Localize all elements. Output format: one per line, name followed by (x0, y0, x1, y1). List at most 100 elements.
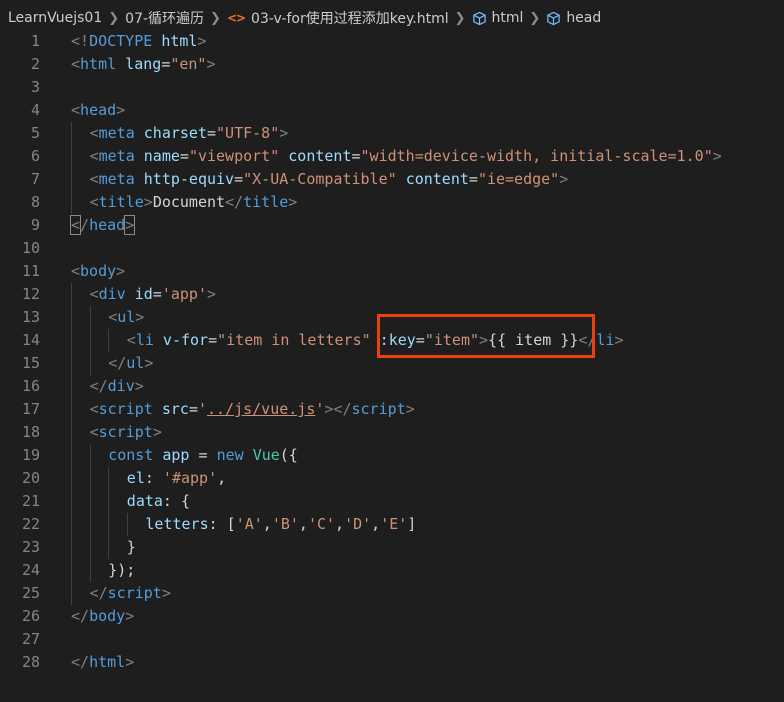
code-token: </ (108, 354, 127, 372)
code-line[interactable]: 1 <!DOCTYPE html> (0, 30, 784, 53)
line-number: 7 (30, 170, 40, 188)
code-line[interactable]: 23} (0, 536, 784, 559)
code-line[interactable]: 6 <meta name="viewport" content="width=de… (0, 145, 784, 168)
code-line[interactable]: 9 </head> (0, 214, 784, 237)
line-number: 2 (30, 55, 40, 73)
code-token: app (162, 446, 190, 464)
breadcrumb-folder[interactable]: 07-循环遍历 (125, 8, 204, 28)
code-token: "viewport" (188, 147, 280, 165)
code-text: } (127, 536, 136, 559)
code-line[interactable]: 22 letters: ['A','B','C','D','E'] (0, 513, 784, 536)
indent-guide (71, 536, 72, 559)
breadcrumb-folder-root[interactable]: LearnVuejs01 (8, 10, 102, 26)
code-text: <meta http-equiv="X-UA-Compatible" conte… (90, 168, 569, 191)
breadcrumb-element-html[interactable]: html (492, 10, 524, 26)
line-number: 16 (21, 377, 40, 395)
code-line[interactable]: 4 <head> (0, 99, 784, 122)
code-text: <body> (71, 260, 125, 283)
line-number: 27 (21, 630, 40, 648)
code-token: = (179, 147, 189, 165)
code-token: > (197, 32, 207, 50)
code-token: </ (89, 377, 108, 395)
indent-guide (89, 352, 91, 375)
code-line[interactable]: 24}); (0, 559, 784, 582)
code-line[interactable]: 7 <meta http-equiv="X-UA-Compatible" cont… (0, 168, 784, 191)
code-token: head (89, 216, 126, 234)
code-text: <title>Document</title> (90, 191, 298, 214)
code-token: name (143, 147, 180, 165)
code-line[interactable]: 21 data: { (0, 490, 784, 513)
code-text: <!DOCTYPE html> (71, 30, 206, 53)
code-line[interactable]: 16 </div> (0, 375, 784, 398)
line-number: 9 (30, 216, 40, 234)
code-token: "UTF-8" (216, 124, 280, 142)
code-token: body (89, 607, 126, 625)
code-token: charset (143, 124, 207, 142)
indent-guide (71, 513, 72, 536)
indent-guide (89, 306, 91, 329)
code-line[interactable]: 11 <body> (0, 260, 784, 283)
code-token: "item in letters" (217, 331, 371, 349)
code-line[interactable]: 2 <html lang="en"> (0, 53, 784, 76)
code-line[interactable]: 20 el: '#app', (0, 467, 784, 490)
code-token: > (161, 584, 171, 602)
code-token: content (405, 170, 469, 188)
code-token: = (188, 400, 198, 418)
code-text: <ul> (108, 306, 144, 329)
line-number: 26 (21, 607, 40, 625)
code-token: = (468, 170, 478, 188)
code-text: <script> (90, 421, 162, 444)
code-token: < (89, 285, 99, 303)
code-line[interactable]: 10 (0, 237, 784, 260)
code-token: < (89, 124, 99, 142)
line-number: 12 (21, 285, 40, 303)
code-line[interactable]: 12 <div id='app'> (0, 283, 784, 306)
cube-icon (472, 11, 486, 25)
code-line[interactable]: 28 </html> (0, 651, 784, 674)
indent-guide (71, 352, 72, 375)
code-text: <meta charset="UTF-8"> (90, 122, 289, 145)
code-token: 'A' (235, 515, 263, 533)
code-token: </ (225, 193, 244, 211)
line-number: 11 (21, 262, 40, 280)
line-number: 5 (30, 124, 40, 142)
code-token: src (161, 400, 189, 418)
code-line[interactable]: 17 <script src='../js/vue.js'></script> (0, 398, 784, 421)
indent-guide (108, 536, 110, 559)
code-line[interactable]: 27 (0, 628, 784, 651)
code-token: div (107, 377, 135, 395)
indent-guide (71, 191, 72, 214)
code-token: </ (71, 653, 90, 671)
indent-guide (71, 467, 72, 490)
indent-guide (71, 122, 72, 145)
breadcrumb-file[interactable]: 03-v-for使用过程添加key.html (251, 8, 449, 28)
line-number: 24 (21, 561, 40, 579)
code-line[interactable]: 3 (0, 76, 784, 99)
code-line[interactable]: 8 <title>Document</title> (0, 191, 784, 214)
code-token: > (152, 423, 162, 441)
code-token: < (71, 55, 81, 73)
code-token: }); (108, 561, 136, 579)
code-token: < (89, 400, 99, 418)
code-token: div (98, 285, 126, 303)
code-line[interactable]: 25 </script> (0, 582, 784, 605)
indent-guide (108, 513, 110, 536)
code-token: : { (162, 492, 191, 510)
code-token: < (71, 262, 81, 280)
code-token: ({ (279, 446, 298, 464)
key-attribute-highlight (377, 314, 595, 358)
chevron-right-icon: ❯ (210, 10, 221, 26)
breadcrumb-element-head[interactable]: head (566, 10, 601, 26)
code-token: < (69, 215, 82, 235)
code-text: </ul> (108, 352, 153, 375)
indent-guide (71, 306, 72, 329)
code-line[interactable]: 5 <meta charset="UTF-8"> (0, 122, 784, 145)
code-line[interactable]: 18 <script> (0, 421, 784, 444)
code-text: <script src='../js/vue.js'></script> (90, 398, 415, 421)
code-line[interactable]: 19 const app = new Vue({ (0, 444, 784, 467)
code-token: = (351, 147, 361, 165)
line-number: 14 (21, 331, 40, 349)
line-number: 8 (30, 193, 40, 211)
code-line[interactable]: 26 </body> (0, 605, 784, 628)
code-token: > (207, 285, 217, 303)
